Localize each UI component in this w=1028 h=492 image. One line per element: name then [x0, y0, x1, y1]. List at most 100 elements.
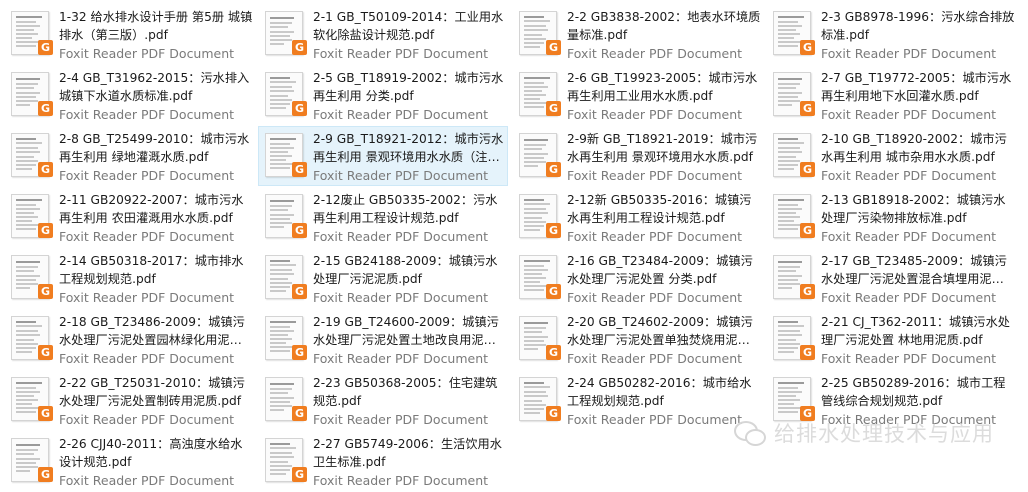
file-name: 2-10 GB_T18920-2002：城市污水再生利用 城市杂用水水质.pdf	[821, 132, 1007, 164]
file-type: Foxit Reader PDF Document	[59, 412, 235, 427]
foxit-pdf-icon: G	[800, 40, 815, 55]
file-meta: 2-20 GB_T24602-2009：城镇污水处理厂污泥处置单独焚烧用泥… Fo…	[567, 310, 761, 368]
file-item[interactable]: G 2-11 GB20922-2007：城市污水再生利用 农田灌溉用水水质.pdf…	[4, 187, 254, 247]
foxit-pdf-icon: G	[546, 162, 561, 177]
file-meta: 2-2 GB3838-2002：地表水环境质量标准.pdf Foxit Reade…	[567, 5, 761, 63]
file-name: 2-15 GB24188-2009：城镇污水处理厂污泥泥质.pdf	[313, 254, 498, 286]
file-item[interactable]: G 2-15 GB24188-2009：城镇污水处理厂污泥泥质.pdf Foxit …	[258, 248, 508, 308]
file-item[interactable]: G 2-13 GB18918-2002：城镇污水处理厂污染物排放标准.pdf Fox…	[766, 187, 1016, 247]
file-item[interactable]: G 2-27 GB5749-2006：生活饮用水卫生标准.pdf Foxit Rea…	[258, 431, 508, 491]
file-type: Foxit Reader PDF Document	[59, 107, 235, 122]
file-item[interactable]: G 2-18 GB_T23486-2009：城镇污水处理厂污泥处置园林绿化用泥… F…	[4, 309, 254, 369]
watermark: 给排水处理技术与应用	[734, 418, 994, 448]
pdf-thumbnail: G	[9, 133, 53, 177]
file-item[interactable]: G 2-2 GB3838-2002：地表水环境质量标准.pdf Foxit Read…	[512, 4, 762, 64]
file-name: 2-16 GB_T23484-2009：城镇污水处理厂污泥处置 分类.pdf	[567, 254, 753, 286]
file-meta: 2-9新 GB_T18921-2019：城市污水再生利用 景观环境用水水质.pd…	[567, 127, 761, 185]
file-meta: 2-24 GB50282-2016：城市给水工程规划规范.pdf Foxit Re…	[567, 371, 761, 429]
pdf-thumbnail: G	[263, 194, 307, 238]
file-type: Foxit Reader PDF Document	[567, 46, 743, 61]
file-meta: 2-14 GB50318-2017：城市排水工程规划规范.pdf Foxit Re…	[59, 249, 253, 307]
pdf-thumbnail: G	[517, 133, 561, 177]
foxit-pdf-icon: G	[38, 101, 53, 116]
foxit-pdf-icon: G	[546, 345, 561, 360]
file-item[interactable]: G 2-4 GB_T31962-2015：污水排入城镇下水道水质标准.pdf Fox…	[4, 65, 254, 125]
file-name: 1-32 给水排水设计手册 第5册 城镇排水（第三版）.pdf	[59, 10, 253, 42]
file-type: Foxit Reader PDF Document	[567, 229, 743, 244]
file-item[interactable]: G 2-9 GB_T18921-2012：城市污水再生利用 景观环境用水水质（注……	[258, 126, 508, 186]
foxit-pdf-icon: G	[292, 406, 307, 421]
file-meta: 2-7 GB_T19772-2005：城市污水再生利用地下水回灌水质.pdf Fo…	[821, 66, 1015, 124]
watermark-text: 给排水处理技术与应用	[774, 422, 994, 446]
file-item[interactable]: G 2-3 GB8978-1996：污水综合排放标准.pdf Foxit Reade…	[766, 4, 1016, 64]
file-name: 2-1 GB_T50109-2014：工业用水软化除盐设计规范.pdf	[313, 10, 504, 42]
file-meta: 2-16 GB_T23484-2009：城镇污水处理厂污泥处置 分类.pdf Fo…	[567, 249, 761, 307]
file-meta: 2-19 GB_T24600-2009：城镇污水处理厂污泥处置土地改良用泥… Fo…	[313, 310, 507, 368]
file-name: 2-6 GB_T19923-2005：城市污水再生利用工业用水水质.pdf	[567, 71, 758, 103]
pdf-thumbnail: G	[9, 194, 53, 238]
file-item[interactable]: G 2-20 GB_T24602-2009：城镇污水处理厂污泥处置单独焚烧用泥… F…	[512, 309, 762, 369]
file-item[interactable]: G 2-12废止 GB50335-2002：污水再生利用工程设计规范.pdf Fox…	[258, 187, 508, 247]
file-item[interactable]: G 2-22 GB_T25031-2010：城镇污水处理厂污泥处置制砖用泥质.pd…	[4, 370, 254, 430]
file-type: Foxit Reader PDF Document	[313, 229, 489, 244]
file-item[interactable]: G 2-21 CJ_T362-2011：城镇污水处理厂污泥处置 林地用泥质.pdf…	[766, 309, 1016, 369]
foxit-pdf-icon: G	[38, 345, 53, 360]
file-type: Foxit Reader PDF Document	[59, 229, 235, 244]
file-item[interactable]: G 2-6 GB_T19923-2005：城市污水再生利用工业用水水质.pdf Fo…	[512, 65, 762, 125]
file-name: 2-14 GB50318-2017：城市排水工程规划规范.pdf	[59, 254, 244, 286]
file-type: Foxit Reader PDF Document	[313, 168, 489, 183]
pdf-thumbnail: G	[771, 133, 815, 177]
pdf-thumbnail: G	[9, 72, 53, 116]
file-meta: 2-23 GB50368-2005：住宅建筑规范.pdf Foxit Reader…	[313, 371, 507, 429]
file-meta: 2-1 GB_T50109-2014：工业用水软化除盐设计规范.pdf Foxit…	[313, 5, 507, 63]
foxit-pdf-icon: G	[546, 40, 561, 55]
foxit-pdf-icon: G	[546, 284, 561, 299]
file-item[interactable]: G 2-23 GB50368-2005：住宅建筑规范.pdf Foxit Reade…	[258, 370, 508, 430]
file-meta: 2-27 GB5749-2006：生活饮用水卫生标准.pdf Foxit Read…	[313, 432, 507, 490]
file-name: 2-12新 GB50335-2016：城镇污水再生利用工程设计规范.pdf	[567, 193, 752, 225]
file-item[interactable]: G 2-5 GB_T18919-2002：城市污水再生利用 分类.pdf Foxit…	[258, 65, 508, 125]
file-type: Foxit Reader PDF Document	[821, 46, 997, 61]
file-meta: 2-22 GB_T25031-2010：城镇污水处理厂污泥处置制砖用泥质.pdf…	[59, 371, 253, 429]
file-item[interactable]: G 2-7 GB_T19772-2005：城市污水再生利用地下水回灌水质.pdf F…	[766, 65, 1016, 125]
foxit-pdf-icon: G	[546, 223, 561, 238]
file-item[interactable]: G 1-32 给水排水设计手册 第5册 城镇排水（第三版）.pdf Foxit Re…	[4, 4, 254, 64]
file-item[interactable]: G 2-19 GB_T24600-2009：城镇污水处理厂污泥处置土地改良用泥… F…	[258, 309, 508, 369]
pdf-thumbnail: G	[517, 194, 561, 238]
foxit-pdf-icon: G	[800, 284, 815, 299]
file-type: Foxit Reader PDF Document	[821, 107, 997, 122]
file-item[interactable]: G 2-1 GB_T50109-2014：工业用水软化除盐设计规范.pdf Foxi…	[258, 4, 508, 64]
pdf-thumbnail: G	[517, 316, 561, 360]
foxit-pdf-icon: G	[38, 162, 53, 177]
file-item[interactable]: G 2-14 GB50318-2017：城市排水工程规划规范.pdf Foxit R…	[4, 248, 254, 308]
file-type: Foxit Reader PDF Document	[313, 46, 489, 61]
foxit-pdf-icon: G	[292, 101, 307, 116]
pdf-thumbnail: G	[9, 377, 53, 421]
file-name: 2-20 GB_T24602-2009：城镇污水处理厂污泥处置单独焚烧用泥…	[567, 315, 753, 347]
pdf-thumbnail: G	[771, 72, 815, 116]
foxit-pdf-icon: G	[38, 467, 53, 482]
file-name: 2-7 GB_T19772-2005：城市污水再生利用地下水回灌水质.pdf	[821, 71, 1012, 103]
file-item[interactable]: G 2-8 GB_T25499-2010：城市污水再生利用 绿地灌溉水质.pdf F…	[4, 126, 254, 186]
file-type: Foxit Reader PDF Document	[59, 46, 235, 61]
file-type: Foxit Reader PDF Document	[313, 412, 489, 427]
file-name: 2-25 GB50289-2016：城市工程管线综合规划规范.pdf	[821, 376, 1006, 408]
file-item[interactable]: G 2-10 GB_T18920-2002：城市污水再生利用 城市杂用水水质.pd…	[766, 126, 1016, 186]
file-item[interactable]: G 2-26 CJJ40-2011：高浊度水给水设计规范.pdf Foxit Rea…	[4, 431, 254, 491]
pdf-thumbnail: G	[771, 316, 815, 360]
file-item[interactable]: G 2-12新 GB50335-2016：城镇污水再生利用工程设计规范.pdf Fo…	[512, 187, 762, 247]
file-type: Foxit Reader PDF Document	[821, 290, 997, 305]
file-item[interactable]: G 2-17 GB_T23485-2009：城镇污水处理厂污泥处置混合填埋用泥… F…	[766, 248, 1016, 308]
file-type: Foxit Reader PDF Document	[821, 351, 997, 366]
file-type: Foxit Reader PDF Document	[567, 290, 743, 305]
pdf-thumbnail: G	[9, 316, 53, 360]
pdf-thumbnail: G	[517, 11, 561, 55]
file-meta: 2-17 GB_T23485-2009：城镇污水处理厂污泥处置混合填埋用泥… Fo…	[821, 249, 1015, 307]
file-type: Foxit Reader PDF Document	[313, 290, 489, 305]
file-item[interactable]: G 2-16 GB_T23484-2009：城镇污水处理厂污泥处置 分类.pdf F…	[512, 248, 762, 308]
file-item[interactable]: G 2-24 GB50282-2016：城市给水工程规划规范.pdf Foxit R…	[512, 370, 762, 430]
foxit-pdf-icon: G	[38, 40, 53, 55]
file-name: 2-5 GB_T18919-2002：城市污水再生利用 分类.pdf	[313, 71, 504, 103]
file-item[interactable]: G 2-9新 GB_T18921-2019：城市污水再生利用 景观环境用水水质.p…	[512, 126, 762, 186]
foxit-pdf-icon: G	[38, 406, 53, 421]
